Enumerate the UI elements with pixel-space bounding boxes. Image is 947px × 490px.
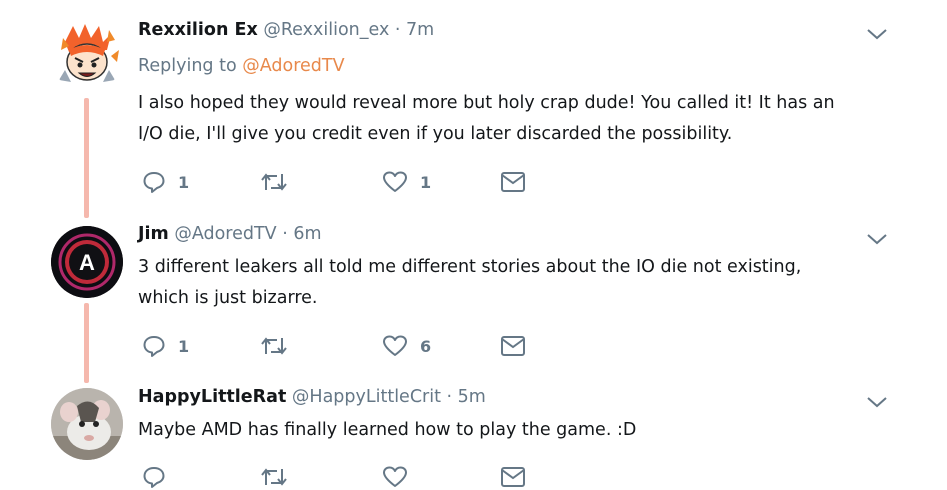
retweet-button[interactable]	[260, 333, 300, 359]
chevron-down-icon[interactable]	[866, 395, 888, 409]
envelope-icon	[501, 336, 525, 356]
envelope-icon	[501, 467, 525, 487]
retweet-button[interactable]	[260, 169, 300, 195]
timestamp[interactable]: · 6m	[282, 224, 321, 244]
reply-button[interactable]	[142, 464, 178, 490]
chevron-down-icon[interactable]	[866, 27, 888, 41]
tweet-text: 3 different leakers all told me differen…	[138, 252, 898, 314]
tweet-actions	[138, 464, 538, 490]
reply-button[interactable]: 1	[142, 169, 189, 195]
like-button[interactable]: 1	[382, 169, 431, 195]
reply-count: 1	[178, 336, 190, 356]
cartoon-character-avatar-icon	[51, 20, 123, 92]
retweet-icon	[261, 173, 287, 191]
tweet-header: Rexxilion Ex @Rexxilion_ex · 7m	[138, 20, 434, 40]
tweet-text-line: I/O die, I'll give you credit even if yo…	[138, 124, 733, 144]
chevron-down-icon[interactable]	[866, 232, 888, 246]
user-handle[interactable]: @AdoredTV	[174, 224, 276, 244]
user-handle[interactable]: @HappyLittleCrit	[292, 387, 441, 407]
replying-to: Replying to @AdoredTV	[138, 56, 345, 76]
display-name[interactable]: Jim	[138, 224, 169, 244]
tweet-actions: 1 6	[138, 333, 538, 359]
reply-count: 1	[178, 172, 190, 192]
reply-icon	[143, 467, 165, 488]
tweet-text-line: Maybe AMD has finally learned how to pla…	[138, 420, 637, 440]
retweet-icon	[261, 468, 287, 486]
heart-icon	[383, 335, 407, 356]
rat-photo-avatar-icon	[51, 388, 123, 460]
tweet-text: Maybe AMD has finally learned how to pla…	[138, 415, 898, 446]
tweet[interactable]: Rexxilion Ex @Rexxilion_ex · 7m Replying…	[0, 0, 947, 205]
tweet-text-line: 3 different leakers all told me differen…	[138, 257, 802, 277]
reply-button[interactable]: 1	[142, 333, 189, 359]
tweet-text-line: which is just bizarre.	[138, 288, 318, 308]
display-name[interactable]: HappyLittleRat	[138, 387, 286, 407]
avatar-letter: A	[79, 250, 95, 275]
like-count: 6	[420, 336, 432, 356]
heart-icon	[383, 466, 407, 487]
replying-to-label: Replying to	[138, 56, 243, 76]
tweet[interactable]: A Jim @AdoredTV · 6m 3 different leakers…	[0, 210, 947, 370]
avatar[interactable]	[51, 388, 123, 460]
heart-icon	[383, 171, 407, 192]
replying-to-handle-link[interactable]: @AdoredTV	[242, 56, 344, 76]
avatar[interactable]	[51, 20, 123, 92]
like-button[interactable]	[382, 464, 420, 490]
retweet-button[interactable]	[260, 464, 300, 490]
direct-message-button[interactable]	[500, 333, 526, 359]
display-name[interactable]: Rexxilion Ex	[138, 20, 258, 40]
direct-message-button[interactable]	[500, 169, 526, 195]
tweet-actions: 1 1	[138, 169, 538, 195]
adoredtv-logo-avatar-icon: A	[51, 226, 123, 298]
reply-icon	[143, 336, 165, 357]
timestamp[interactable]: · 5m	[447, 387, 486, 407]
retweet-icon	[261, 337, 287, 355]
timestamp[interactable]: · 7m	[395, 20, 434, 40]
like-button[interactable]: 6	[382, 333, 431, 359]
tweet-text: I also hoped they would reveal more but …	[138, 88, 898, 150]
tweet-header: HappyLittleRat @HappyLittleCrit · 5m	[138, 387, 486, 407]
tweet[interactable]: HappyLittleRat @HappyLittleCrit · 5m May…	[0, 373, 947, 490]
direct-message-button[interactable]	[500, 464, 526, 490]
avatar[interactable]: A	[51, 226, 123, 298]
user-handle[interactable]: @Rexxilion_ex	[263, 20, 389, 40]
tweet-text-line: I also hoped they would reveal more but …	[138, 93, 835, 113]
like-count: 1	[420, 172, 432, 192]
tweet-header: Jim @AdoredTV · 6m	[138, 224, 322, 244]
reply-icon	[143, 172, 165, 193]
envelope-icon	[501, 172, 525, 192]
